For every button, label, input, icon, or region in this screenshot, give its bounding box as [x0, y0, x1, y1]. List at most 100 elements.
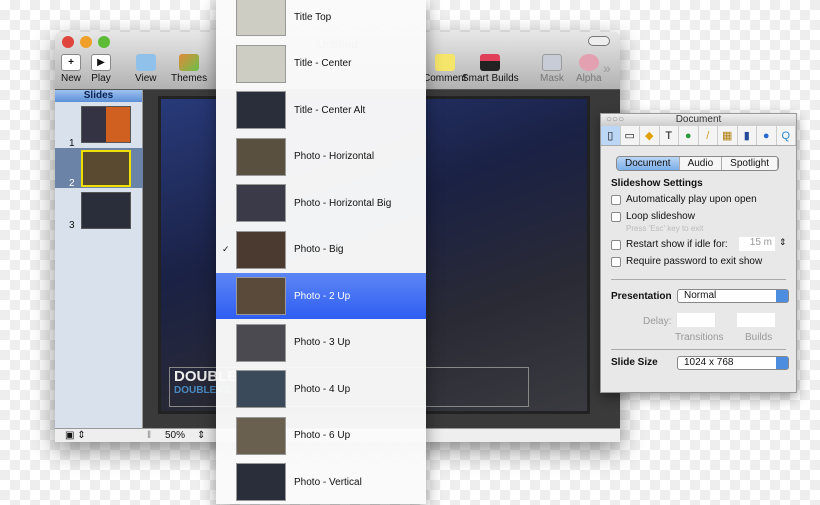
transitions-delay-field[interactable]	[677, 313, 715, 327]
slide-inspector-icon[interactable]: ▭	[621, 126, 640, 145]
metrics-inspector-icon[interactable]: /	[699, 126, 718, 145]
loop-hint: Press 'Esc' key to exit	[626, 224, 704, 233]
inspector-tabs: ▯ ▭ ◆ T ● / ▦ ▮ ● Q	[601, 126, 796, 146]
menu-item[interactable]: Title Top	[216, 0, 426, 40]
idle-stepper-icon[interactable]: ⇕	[779, 237, 787, 248]
menu-item-label: Photo - 4 Up	[294, 383, 351, 395]
menu-item[interactable]: Photo - 4 Up	[216, 366, 426, 412]
mask-icon	[541, 54, 562, 71]
tab-spotlight[interactable]: Spotlight	[722, 157, 779, 170]
slides-header: Slides	[55, 90, 142, 102]
label: Mask	[540, 73, 564, 84]
zoom-stepper-icon[interactable]: ⇕	[197, 430, 205, 441]
restart-checkbox[interactable]	[611, 239, 621, 250]
slide-thumbnail[interactable]	[81, 192, 131, 229]
menu-item[interactable]: Photo - 2 Up	[216, 273, 426, 319]
themes-button[interactable]: Themes	[171, 54, 207, 84]
slide-thumbnail[interactable]	[81, 106, 131, 143]
tab-audio[interactable]: Audio	[679, 157, 723, 170]
builds-label: Builds	[745, 332, 773, 343]
menu-item[interactable]: Photo - 3 Up	[216, 320, 426, 366]
build-inspector-icon[interactable]: ◆	[640, 126, 660, 145]
label: Loop slideshow	[626, 211, 695, 222]
presentation-select[interactable]: Normal	[677, 289, 789, 303]
auto-play-checkbox[interactable]	[611, 194, 621, 205]
label: Comment	[423, 73, 467, 84]
menu-item-label: Photo - Vertical	[294, 476, 362, 488]
comment-button[interactable]: Comment	[423, 54, 466, 84]
hyperlink-inspector-icon[interactable]: ●	[757, 126, 777, 145]
label: New	[61, 73, 82, 84]
label: View	[135, 73, 157, 84]
menu-item[interactable]: Title - Center Alt	[216, 87, 426, 133]
master-thumbnail	[236, 230, 286, 269]
quicktime-inspector-icon[interactable]: Q	[777, 126, 796, 145]
slide-number: 3	[69, 220, 75, 231]
presentation-label: Presentation	[611, 291, 672, 302]
slides-sidebar: Slides 1 2 3	[55, 90, 143, 428]
slide-thumbnail[interactable]	[81, 150, 131, 187]
menu-item-label: Photo - Horizontal	[294, 151, 375, 162]
document-inspector-icon[interactable]: ▯	[601, 126, 621, 145]
builds-delay-field[interactable]	[737, 313, 775, 327]
idle-time-field[interactable]: 15 m	[739, 237, 775, 251]
inspector-segment: Document Audio Spotlight	[616, 156, 780, 171]
menu-item-label: Title - Center Alt	[294, 104, 366, 116]
loop-checkbox[interactable]	[611, 211, 621, 222]
slide-size-select[interactable]: 1024 x 768	[677, 356, 789, 370]
table-inspector-icon[interactable]: ▦	[718, 126, 738, 145]
menu-item[interactable]: ✓ Photo - Big	[216, 227, 426, 273]
plus-icon: +	[61, 54, 81, 71]
menu-item-label: Title Top	[294, 11, 332, 23]
toolbar-toggle[interactable]	[588, 36, 610, 46]
menu-item[interactable]: Photo - Horizontal	[216, 134, 426, 180]
master-thumbnail	[236, 463, 286, 501]
delay-label: Delay:	[643, 316, 672, 327]
overflow-chevron-icon[interactable]: »	[603, 60, 611, 76]
menu-item[interactable]: Photo - Horizontal Big	[216, 180, 426, 226]
zoom-select[interactable]: 50%	[165, 430, 185, 441]
master-thumbnail	[236, 91, 286, 129]
slide-number: 2	[69, 178, 75, 189]
master-thumbnail	[236, 323, 286, 362]
menu-item-label: Title - Center	[294, 58, 352, 69]
label: Themes	[171, 73, 208, 84]
master-thumbnail	[236, 137, 286, 176]
window-controls-icon[interactable]: ○○○	[606, 114, 624, 125]
label: Smart Builds	[462, 73, 519, 84]
comment-icon	[434, 54, 455, 71]
chart-inspector-icon[interactable]: ▮	[738, 126, 757, 145]
menu-item-label: Photo - 3 Up	[294, 337, 351, 348]
smart-builds-icon	[480, 54, 501, 71]
text-inspector-icon[interactable]: T	[660, 126, 679, 145]
mask-button[interactable]: Mask	[540, 54, 564, 84]
menu-item[interactable]: Photo - 6 Up	[216, 413, 426, 459]
password-checkbox[interactable]	[611, 256, 621, 267]
divider	[611, 279, 786, 280]
transitions-label: Transitions	[675, 332, 724, 343]
view-button[interactable]: View	[135, 54, 157, 84]
smart-builds-button[interactable]: Smart Builds	[462, 54, 519, 84]
master-thumbnail	[236, 416, 286, 455]
document-inspector: ○○○ Document ▯ ▭ ◆ T ● / ▦ ▮ ● Q Document Audio Sp…	[600, 113, 797, 393]
checkmark-icon: ✓	[222, 244, 230, 254]
menu-item-label: Photo - Horizontal Big	[294, 197, 392, 209]
slide-view-menu[interactable]: ▣ ⇕	[65, 430, 86, 441]
view-icon	[135, 54, 156, 71]
label: Play	[91, 73, 111, 84]
label: Alpha	[576, 73, 602, 84]
slide-size-label: Slide Size	[611, 357, 658, 368]
menu-item-label: Photo - Big	[294, 244, 344, 255]
split-handle[interactable]: ‖	[147, 430, 151, 441]
themes-icon	[179, 54, 200, 71]
menu-item-label: Photo - 6 Up	[294, 430, 351, 441]
master-slide-menu: Title Top Title - Center Title - Center Al…	[216, 0, 426, 504]
menu-item-label: Photo - 2 Up	[294, 290, 351, 302]
new-button[interactable]: + New	[61, 54, 81, 84]
play-button[interactable]: ▶ Play	[91, 54, 111, 84]
menu-item[interactable]: Photo - Vertical	[216, 459, 426, 505]
menu-item[interactable]: Title - Center	[216, 41, 426, 87]
graphic-inspector-icon[interactable]: ●	[679, 126, 699, 145]
alpha-button[interactable]: Alpha	[576, 54, 602, 84]
tab-document[interactable]: Document	[617, 157, 680, 170]
